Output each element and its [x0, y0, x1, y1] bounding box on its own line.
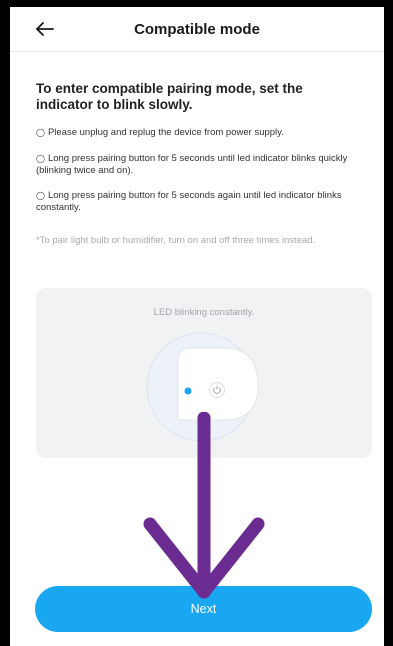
page-title: Compatible mode [134, 21, 260, 38]
top-bar: Compatible mode [10, 7, 384, 52]
led-indicator [184, 387, 192, 395]
next-button[interactable]: Next [35, 586, 372, 632]
step-2: ◯ Long press pairing button for 5 seconds… [36, 153, 356, 177]
pairing-note: *To pair light bulb or humidifier, turn … [36, 235, 316, 246]
circle-bullet-icon: ◯ [36, 191, 45, 200]
circle-bullet-icon: ◯ [36, 128, 45, 137]
illustration-card: LED blinking constantly. [36, 288, 372, 458]
instruction-heading: To enter compatible pairing mode, set th… [36, 81, 303, 112]
step-1-text: Please unplug and replug the device from… [47, 127, 284, 138]
circle-bullet-icon: ◯ [36, 154, 45, 163]
illustration-caption: LED blinking constantly. [153, 307, 255, 318]
step-3-text: Long press pairing button for 5 seconds … [36, 190, 342, 213]
step-1: ◯ Please unplug and replug the device fro… [36, 127, 356, 139]
smart-plug-icon [146, 332, 259, 442]
step-3: ◯ Long press pairing button for 5 seconds… [36, 190, 356, 214]
step-2-text: Long press pairing button for 5 seconds … [36, 153, 348, 176]
power-icon [209, 382, 225, 398]
